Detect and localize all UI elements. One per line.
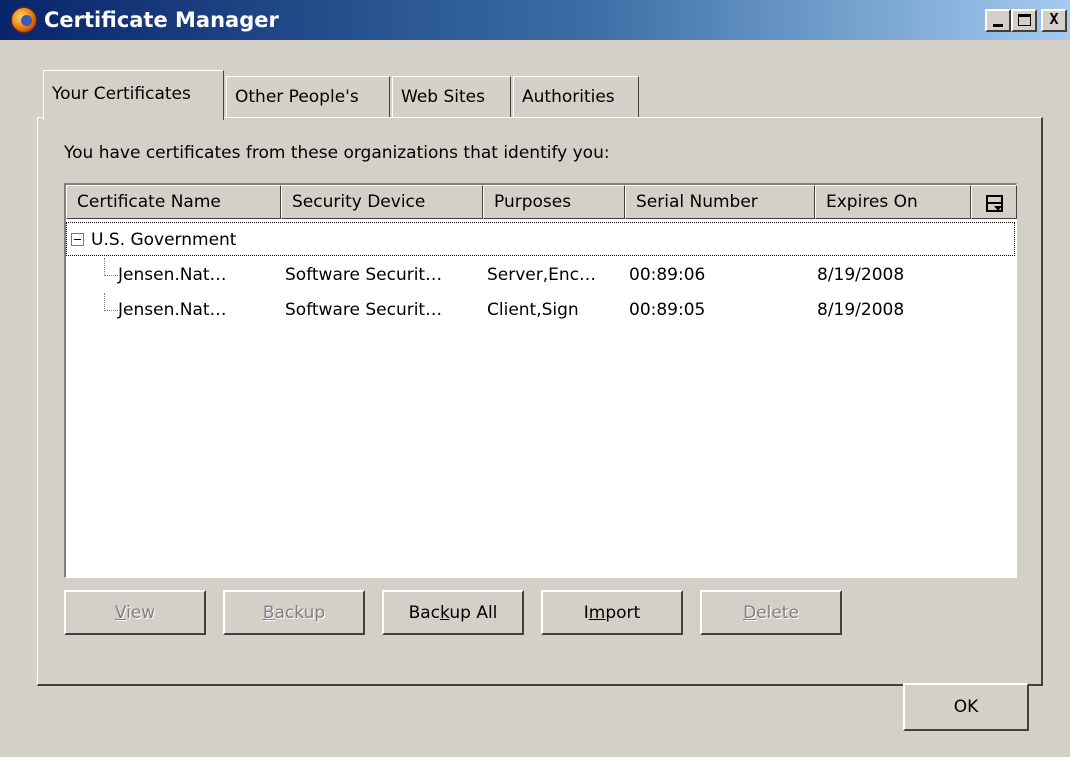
cell-expires-on: 8/19/2008 <box>817 300 905 320</box>
table-row[interactable]: Jensen.Nat… Software Securit… Server,Enc… <box>66 258 1015 292</box>
button-label-part: Bac <box>408 602 441 623</box>
close-button[interactable]: X <box>1041 9 1067 32</box>
backup-button[interactable]: Backup <box>223 590 365 635</box>
tree-connector <box>104 310 118 311</box>
button-label-part: up All <box>449 602 498 623</box>
accesskey-letter: k <box>440 602 450 623</box>
maximize-button[interactable] <box>1011 9 1037 32</box>
tab-web-sites[interactable]: Web Sites <box>392 76 511 118</box>
tab-label: Other People's <box>235 87 359 107</box>
maximize-icon <box>1018 14 1031 26</box>
cell-serial-number: 00:89:05 <box>629 300 706 320</box>
column-header-serial-number[interactable]: Serial Number <box>625 185 815 219</box>
tree-connector <box>104 258 105 276</box>
column-header-security-device[interactable]: Security Device <box>281 185 483 219</box>
panel-description: You have certificates from these organiz… <box>64 143 610 163</box>
title-bar[interactable]: Certificate Manager X <box>0 0 1070 40</box>
backup-all-button[interactable]: Backup All <box>382 590 524 635</box>
certificate-manager-window: Certificate Manager X Your Certificates … <box>0 0 1070 757</box>
accesskey-letter: B <box>262 602 275 623</box>
close-icon: X <box>1049 10 1059 28</box>
import-button[interactable]: Import <box>541 590 683 635</box>
cell-serial-number: 00:89:06 <box>629 265 706 285</box>
column-header-expires-on[interactable]: Expires On <box>815 185 971 219</box>
group-name: U.S. Government <box>91 230 237 250</box>
cell-purposes: Client,Sign <box>487 300 579 320</box>
ok-button[interactable]: OK <box>903 683 1029 731</box>
firefox-icon <box>11 7 37 33</box>
accesskey-letter: m <box>588 602 606 623</box>
column-header-certificate-name[interactable]: Certificate Name <box>66 185 281 219</box>
tab-label: Authorities <box>522 87 615 107</box>
tab-your-certificates[interactable]: Your Certificates <box>43 70 224 120</box>
tab-other-peoples[interactable]: Other People's <box>226 76 390 118</box>
accesskey-letter: D <box>743 602 757 623</box>
column-picker-icon <box>985 195 1003 212</box>
window-title: Certificate Manager <box>44 8 279 32</box>
accesskey-letter: V <box>114 602 127 623</box>
button-label-part: elete <box>756 602 799 623</box>
cell-expires-on: 8/19/2008 <box>817 265 905 285</box>
cell-security-device: Software Securit… <box>285 300 443 320</box>
tree-row-group[interactable]: U.S. Government <box>66 222 1015 256</box>
cell-purposes: Server,Enc… <box>487 265 597 285</box>
cell-certificate-name: Jensen.Nat… <box>118 265 227 285</box>
certificate-tree[interactable]: Certificate Name Security Device Purpose… <box>64 183 1017 578</box>
delete-button[interactable]: Delete <box>700 590 842 635</box>
button-label-part: iew <box>126 602 156 623</box>
cell-certificate-name: Jensen.Nat… <box>118 300 227 320</box>
tree-connector <box>104 293 105 311</box>
button-label-part: port <box>605 602 641 623</box>
minimize-icon <box>993 24 1003 27</box>
tab-label: Your Certificates <box>52 84 191 104</box>
button-label-part: ackup <box>274 602 326 623</box>
column-picker-button[interactable] <box>971 185 1017 219</box>
cell-security-device: Software Securit… <box>285 265 443 285</box>
collapse-toggle-icon[interactable] <box>71 233 84 246</box>
view-button[interactable]: View <box>64 590 206 635</box>
tab-label: Web Sites <box>401 87 485 107</box>
tree-connector <box>104 275 118 276</box>
table-row[interactable]: Jensen.Nat… Software Securit… Client,Sig… <box>66 293 1015 327</box>
tab-authorities[interactable]: Authorities <box>513 76 639 118</box>
column-header-purposes[interactable]: Purposes <box>483 185 625 219</box>
minimize-button[interactable] <box>985 9 1011 32</box>
